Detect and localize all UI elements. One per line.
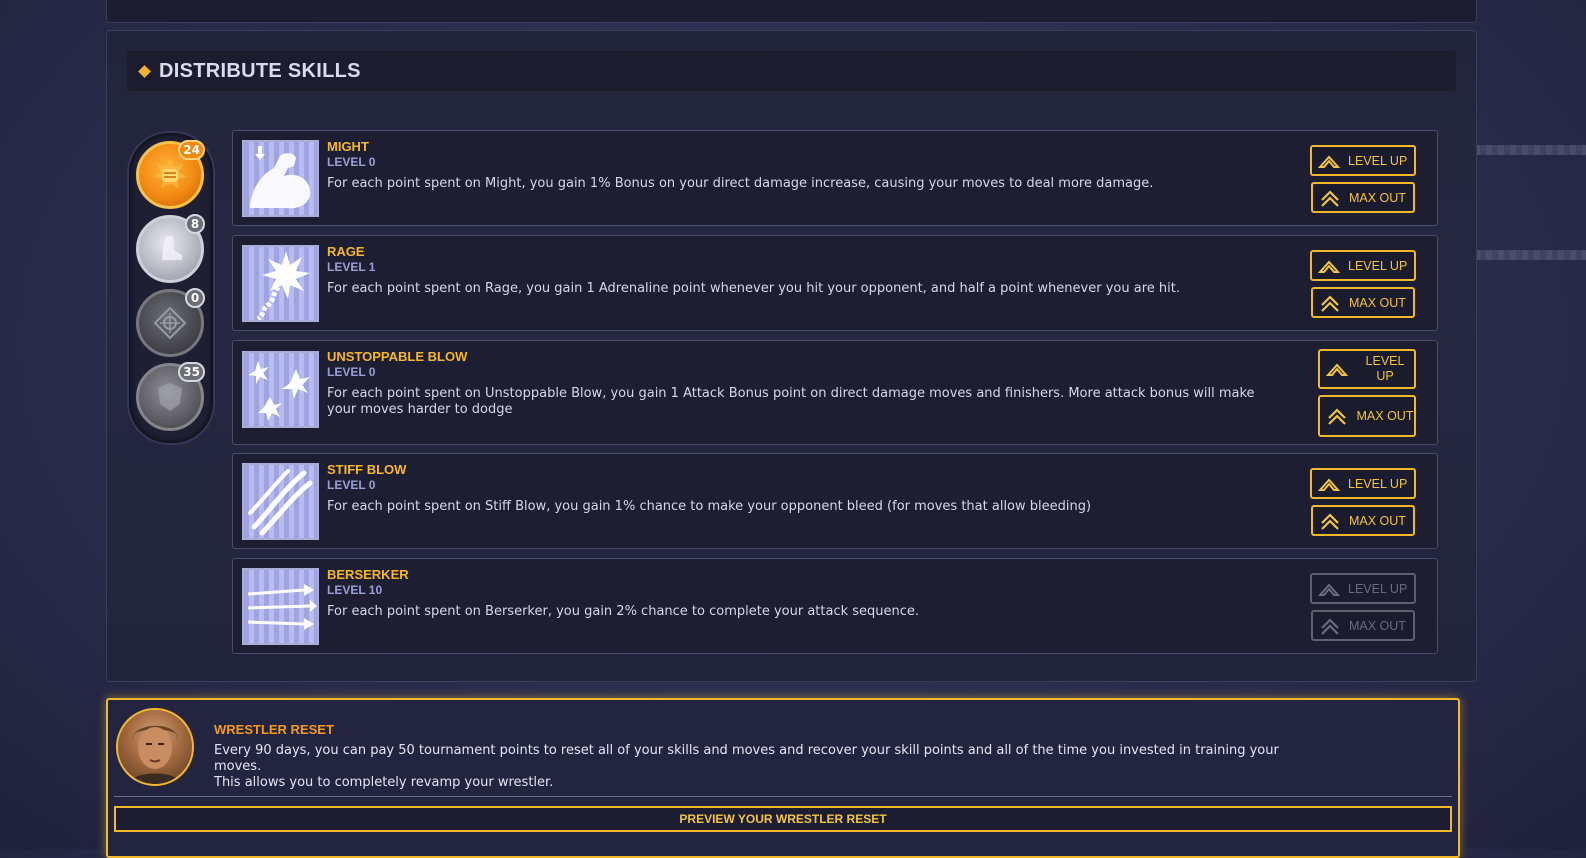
skill-card-stiff-blow: STIFF BLOW LEVEL 0 For each point spent … bbox=[232, 453, 1438, 549]
badge-count: 8 bbox=[185, 214, 205, 234]
shield-icon bbox=[158, 383, 182, 411]
target-icon bbox=[153, 306, 187, 340]
distribute-skills-panel: DISTRIBUTE SKILLS 24 8 0 35 MIGHT LEVEL … bbox=[106, 30, 1477, 682]
level-up-label: LEVEL UP bbox=[1348, 258, 1408, 273]
skill-description: For each point spent on Might, you gain … bbox=[327, 176, 1154, 191]
preview-reset-button[interactable]: PREVIEW YOUR WRESTLER RESET bbox=[114, 806, 1452, 832]
chevron-up-icon bbox=[1318, 478, 1340, 491]
claw-slash-icon bbox=[242, 463, 319, 540]
skill-card-rage: RAGE LEVEL 1 For each point spent on Rag… bbox=[232, 235, 1438, 331]
double-chevron-up-icon bbox=[1328, 408, 1346, 425]
skill-description: For each point spent on Stiff Blow, you … bbox=[327, 499, 1092, 514]
max-out-label: MAX OUT bbox=[1349, 295, 1406, 310]
double-chevron-up-icon bbox=[1321, 294, 1339, 312]
skill-name: BERSERKER bbox=[327, 567, 409, 582]
badge-count: 24 bbox=[178, 140, 205, 160]
double-chevron-up-icon bbox=[1321, 189, 1339, 207]
skill-points-rail: 24 8 0 35 bbox=[127, 131, 215, 445]
skill-level: LEVEL 0 bbox=[327, 365, 376, 379]
skill-name: MIGHT bbox=[327, 139, 369, 154]
wrestler-reset-panel: WRESTLER RESET Every 90 days, you can pa… bbox=[106, 698, 1460, 858]
impact-stars-icon bbox=[242, 351, 319, 428]
skill-description: For each point spent on Unstoppable Blow… bbox=[327, 386, 1255, 417]
reset-description: Every 90 days, you can pay 50 tournament… bbox=[214, 743, 1314, 791]
skill-card-berserker: BERSERKER LEVEL 10 For each point spent … bbox=[232, 558, 1438, 654]
max-out-label: MAX OUT bbox=[1349, 618, 1406, 633]
max-out-button[interactable]: MAX OUT bbox=[1311, 182, 1415, 213]
skill-name: RAGE bbox=[327, 244, 365, 259]
chevron-up-icon bbox=[1318, 260, 1340, 273]
skill-description: For each point spent on Berserker, you g… bbox=[327, 604, 920, 619]
level-up-label: LEVEL UP bbox=[1348, 581, 1408, 596]
chevron-up-icon bbox=[1326, 363, 1348, 376]
badge-count: 35 bbox=[178, 362, 205, 382]
skill-level: LEVEL 10 bbox=[327, 583, 383, 597]
fist-icon bbox=[153, 158, 187, 189]
gold-fist-badge[interactable]: 24 bbox=[136, 140, 205, 209]
skill-description: For each point spent on Rage, you gain 1… bbox=[327, 281, 1180, 296]
top-panel-edge bbox=[106, 0, 1477, 23]
skill-level: LEVEL 0 bbox=[327, 155, 376, 169]
level-up-button[interactable]: LEVEL UP bbox=[1310, 145, 1416, 176]
chevron-up-icon bbox=[1318, 583, 1340, 596]
level-up-label: LEVEL UP bbox=[1365, 354, 1405, 383]
arrow-volley-icon bbox=[242, 568, 319, 645]
max-out-button[interactable]: MAX OUT bbox=[1311, 287, 1415, 318]
skill-level: LEVEL 0 bbox=[327, 478, 376, 492]
reset-line-1: Every 90 days, you can pay 50 tournament… bbox=[214, 743, 1279, 774]
max-out-button[interactable]: MAX OUT bbox=[1311, 610, 1415, 641]
level-up-button[interactable]: LEVEL UP bbox=[1310, 250, 1416, 281]
silver-boot-badge[interactable]: 8 bbox=[136, 214, 205, 283]
max-out-label: MAX OUT bbox=[1356, 408, 1414, 423]
panel-title: DISTRIBUTE SKILLS bbox=[159, 59, 361, 82]
grey-shield-badge[interactable]: 35 bbox=[136, 362, 205, 431]
diamond-icon bbox=[138, 64, 151, 78]
skill-name: STIFF BLOW bbox=[327, 462, 407, 477]
flexed-arm-icon bbox=[242, 140, 319, 217]
badge-count: 0 bbox=[185, 288, 205, 308]
level-up-label: LEVEL UP bbox=[1348, 153, 1408, 168]
skill-card-might: MIGHT LEVEL 0 For each point spent on Mi… bbox=[232, 130, 1438, 226]
divider bbox=[114, 796, 1452, 797]
max-out-button[interactable]: MAX OUT bbox=[1318, 395, 1416, 437]
panel-header: DISTRIBUTE SKILLS bbox=[127, 51, 1456, 91]
double-chevron-up-icon bbox=[1321, 617, 1339, 635]
max-out-label: MAX OUT bbox=[1349, 190, 1406, 205]
double-chevron-up-icon bbox=[1321, 512, 1339, 530]
skill-level: LEVEL 1 bbox=[327, 260, 376, 274]
level-up-button[interactable]: LEVEL UP bbox=[1310, 573, 1416, 604]
level-up-label: LEVEL UP bbox=[1348, 476, 1408, 491]
skill-card-unstoppable-blow: UNSTOPPABLE BLOW LEVEL 0 For each point … bbox=[232, 340, 1438, 445]
reset-line-2: This allows you to completely revamp you… bbox=[214, 775, 554, 790]
reset-title: WRESTLER RESET bbox=[214, 722, 334, 737]
max-out-button[interactable]: MAX OUT bbox=[1311, 505, 1415, 536]
skill-name: UNSTOPPABLE BLOW bbox=[327, 349, 468, 364]
dark-target-badge[interactable]: 0 bbox=[136, 288, 205, 357]
level-up-button[interactable]: LEVEL UP bbox=[1310, 468, 1416, 499]
burst-rope-icon bbox=[242, 245, 319, 322]
boot-icon bbox=[162, 236, 182, 260]
wrestler-avatar bbox=[116, 708, 194, 786]
chevron-up-icon bbox=[1318, 155, 1340, 168]
level-up-button[interactable]: LEVEL UP bbox=[1318, 349, 1416, 389]
max-out-label: MAX OUT bbox=[1349, 513, 1406, 528]
